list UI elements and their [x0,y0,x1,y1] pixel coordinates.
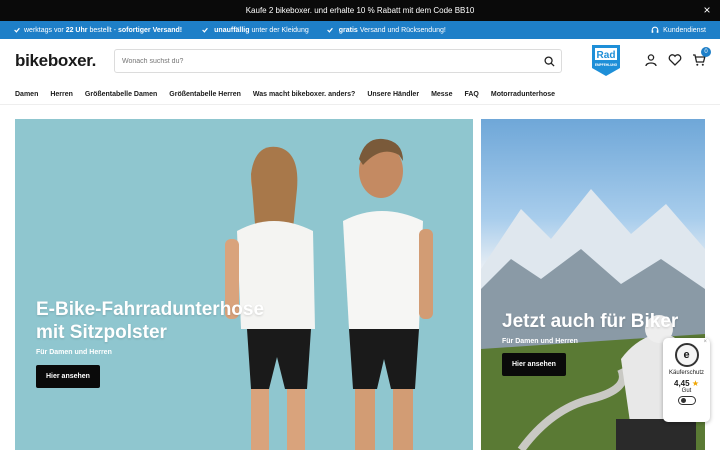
trusted-shops-widget[interactable]: × e Käuferschutz 4,45 ★ Gut [663,338,710,422]
hero-right-subtitle: Für Damen und Herren [502,338,578,345]
trust-rating-value: 4,45 [674,379,690,388]
usp-text: Versand und Rücksendung! [359,26,446,34]
usp-item-shipping: werktags vor 22 Uhr bestellt - sofortige… [14,27,184,34]
nav-item-size-men[interactable]: Größentabelle Herren [169,91,241,98]
usp-item-discreet: unauffällig unter der Kleidung [202,27,309,34]
usp-text: unter der Kleidung [251,26,309,34]
usp-bold: sofortiger Versand! [117,26,183,34]
hero-title: E-Bike-Fahrradunterhose mit Sitzpolster [36,298,264,344]
hero-subtitle: Für Damen und Herren [36,349,112,356]
usp-bar: werktags vor 22 Uhr bestellt - sofortige… [0,21,720,39]
check-icon [14,27,20,33]
usp-bold: unauffällig [214,26,250,34]
nav-item-damen[interactable]: Damen [15,91,38,98]
customer-service-label: Kundendienst [663,26,706,34]
hero-title-line1: E-Bike-Fahrradunterhose [36,299,265,320]
nav-item-size-women[interactable]: Größentabelle Damen [85,91,157,98]
nav-item-about[interactable]: Was macht bikeboxer. anders? [253,91,355,98]
promo-text: Kaufe 2 bikeboxer. und erhalte 10 % Raba… [245,6,475,15]
usp-text: bestellt - [89,26,116,34]
nav-item-faq[interactable]: FAQ [464,91,478,98]
header-icons: 0 [644,47,711,67]
nav-item-fair[interactable]: Messe [431,91,452,98]
close-icon[interactable]: × [703,339,707,345]
site-header: bikeboxer. Rad EMPFEHLUNG 0 [0,39,720,85]
heart-icon[interactable] [668,53,682,67]
hero-right-title: Jetzt auch für Biker [502,311,679,332]
star-icon: ★ [691,379,699,388]
search-input[interactable] [115,50,537,72]
promo-bar: Kaufe 2 bikeboxer. und erhalte 10 % Raba… [0,0,720,21]
search-button[interactable] [537,49,561,73]
logo[interactable]: bikeboxer. [15,51,96,71]
hero-title-line2: mit Sitzpolster [36,322,167,343]
main-nav: Damen Herren Größentabelle Damen Größent… [0,85,720,105]
customer-service-link[interactable]: Kundendienst [651,21,706,39]
hero-right-cta-button[interactable]: Hier ansehen [502,353,566,376]
trust-toggle[interactable] [677,396,696,405]
headset-icon [651,26,659,33]
trusted-shops-seal-icon: e [674,343,699,367]
hero-people-image [225,138,433,450]
check-icon [326,27,333,33]
search-icon [543,55,555,67]
check-icon [202,27,209,33]
usp-text: werktags vor [24,26,64,34]
usp-bold: gratis [338,26,358,34]
cart-button[interactable]: 0 [692,47,711,67]
badge-text: Rad [597,50,616,61]
nav-item-dealers[interactable]: Unsere Händler [367,91,419,98]
hero-cta-button[interactable]: Hier ansehen [36,365,100,388]
trust-label: Käuferschutz [668,370,705,376]
cart-count-badge: 0 [701,47,711,57]
trust-rating: 4,45 ★ [663,379,710,388]
nav-item-herren[interactable]: Herren [50,91,73,98]
user-icon[interactable] [644,53,658,67]
hero-banner-ebike[interactable]: E-Bike-Fahrradunterhose mit Sitzpolster … [15,119,473,450]
rad-award-badge: Rad EMPFEHLUNG [592,45,620,76]
badge-sub: EMPFEHLUNG [595,63,618,67]
usp-item-free: gratis Versand und Rücksendung! [326,26,446,34]
search-bar [114,49,562,73]
close-icon[interactable]: × [700,3,714,17]
nav-item-motorcycle[interactable]: Motorradunterhose [491,91,555,98]
usp-bold: 22 Uhr [65,26,88,34]
trust-verdict: Gut [681,388,692,394]
